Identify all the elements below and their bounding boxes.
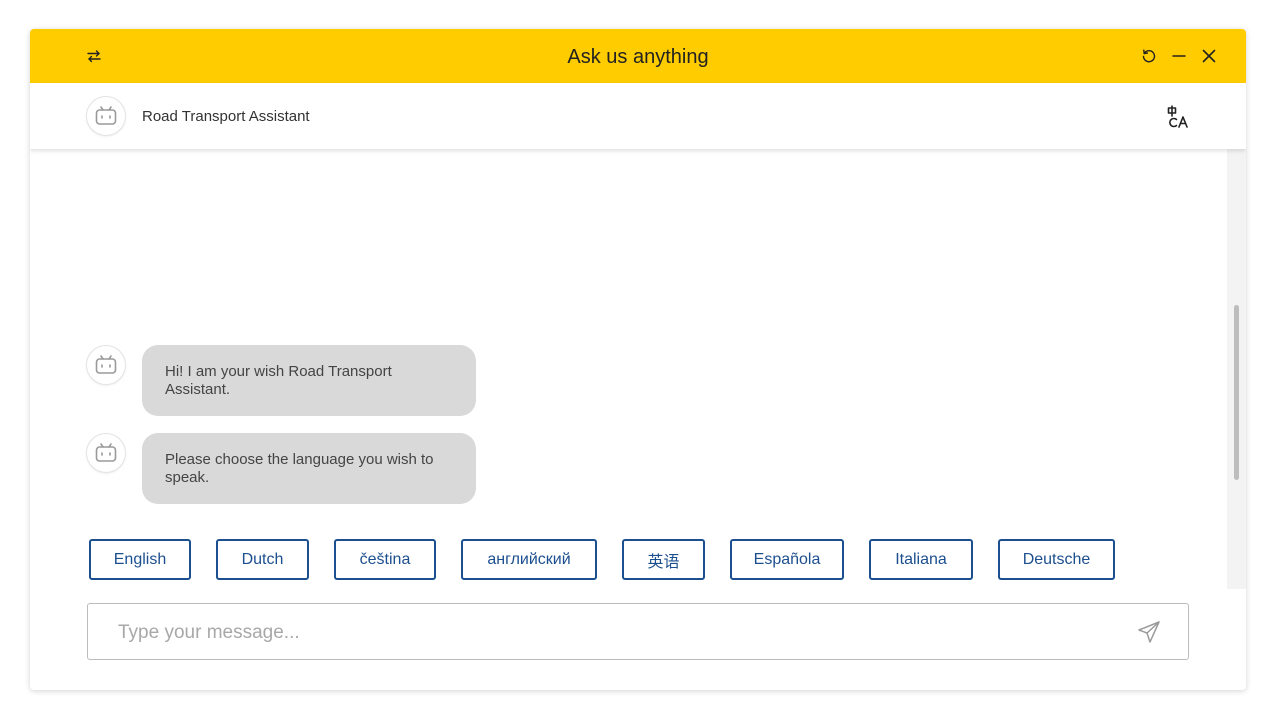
chat-window: Ask us anything Road Transport Assistant… bbox=[30, 29, 1246, 690]
language-option-spanish[interactable]: Española bbox=[730, 539, 844, 580]
translate-icon[interactable] bbox=[1166, 105, 1190, 129]
language-option-dutch[interactable]: Dutch bbox=[216, 539, 309, 580]
refresh-icon[interactable] bbox=[1138, 45, 1160, 67]
bot-message-bubble: Please choose the language you wish to s… bbox=[142, 433, 476, 504]
language-option-russian[interactable]: английский bbox=[461, 539, 597, 580]
bot-icon bbox=[86, 96, 126, 136]
titlebar: Ask us anything bbox=[30, 29, 1246, 83]
language-option-italian[interactable]: Italiana bbox=[869, 539, 973, 580]
minimize-icon[interactable] bbox=[1168, 45, 1190, 67]
agent-name: Road Transport Assistant bbox=[142, 108, 310, 125]
message-input[interactable] bbox=[116, 618, 1100, 648]
bot-icon bbox=[86, 345, 126, 385]
close-icon[interactable] bbox=[1198, 45, 1220, 67]
bot-message-bubble: Hi! I am your wish Road Transport Assist… bbox=[142, 345, 476, 416]
window-title: Ask us anything bbox=[567, 46, 709, 68]
language-option-chinese[interactable]: 英语 bbox=[622, 539, 705, 580]
message-composer bbox=[87, 603, 1189, 660]
bot-icon bbox=[86, 433, 126, 473]
language-option-german[interactable]: Deutsche bbox=[998, 539, 1115, 580]
send-icon[interactable] bbox=[1136, 619, 1162, 645]
language-option-czech[interactable]: čeština bbox=[334, 539, 436, 580]
agent-header: Road Transport Assistant bbox=[30, 83, 1246, 149]
language-option-english[interactable]: English bbox=[89, 539, 191, 580]
scrollbar-thumb[interactable] bbox=[1234, 305, 1239, 480]
